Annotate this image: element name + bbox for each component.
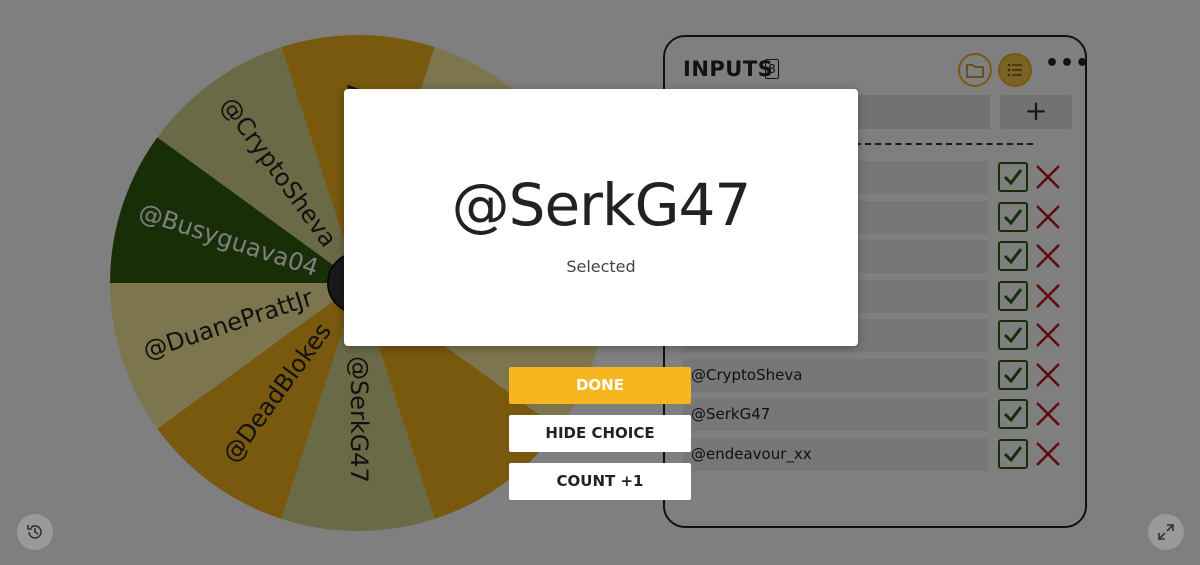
fullscreen-button[interactable] <box>1148 514 1184 550</box>
result-modal: @SerkG47 Selected <box>344 89 858 346</box>
count-plus-one-button[interactable]: COUNT +1 <box>509 463 691 500</box>
winner-name: @SerkG47 <box>451 171 752 239</box>
selected-label: Selected <box>566 257 636 276</box>
hide-choice-button[interactable]: HIDE CHOICE <box>509 415 691 452</box>
app-stage: @SerkG47@endeavour_xx@SerkG47@DeadBlokes… <box>0 0 1200 565</box>
history-button[interactable] <box>17 514 53 550</box>
done-button[interactable]: DONE <box>509 367 691 404</box>
history-icon <box>27 525 42 539</box>
expand-icon <box>1158 524 1174 540</box>
